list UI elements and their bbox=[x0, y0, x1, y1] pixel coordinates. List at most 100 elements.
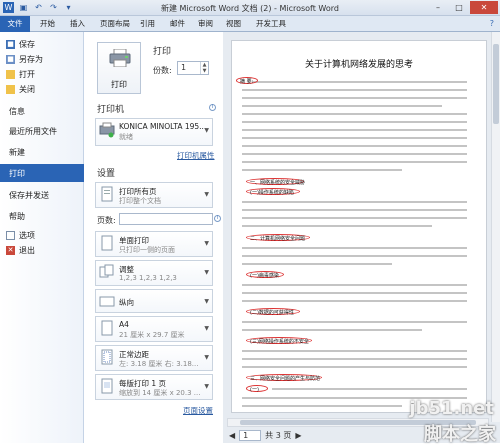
text-line bbox=[242, 153, 467, 155]
text-line bbox=[242, 113, 467, 115]
nav-save-as[interactable]: ■ 另存为 bbox=[0, 52, 84, 66]
printer-heading: 打印机 bbox=[97, 105, 125, 115]
current-page-input[interactable]: 1 bbox=[239, 429, 262, 441]
annotation-text: 三、网络安全问题的产生与防范 bbox=[250, 376, 321, 382]
chevron-down-icon: ▼ bbox=[204, 325, 209, 332]
annotation-text: (三)网络操作系统的不安全 bbox=[250, 339, 309, 345]
orientation-label: 纵向 bbox=[119, 298, 134, 307]
pages-info-icon[interactable]: i bbox=[214, 215, 221, 222]
chevron-down-icon: ▼ bbox=[204, 354, 209, 361]
nav-info[interactable]: 信息 bbox=[0, 102, 84, 120]
text-line bbox=[242, 405, 402, 407]
tab-mailings[interactable]: 邮件 bbox=[170, 18, 185, 29]
printer-select[interactable]: KONICA MINOLTA 195... 就绪 ▼ bbox=[95, 118, 213, 146]
nav-print[interactable]: 打印 bbox=[0, 164, 84, 182]
nav-options[interactable]: 选项 bbox=[0, 228, 84, 242]
paper-size-desc: 21 厘米 x 29.7 厘米 bbox=[119, 331, 185, 339]
nav-new[interactable]: 新建 bbox=[0, 143, 84, 161]
nav-label: 关闭 bbox=[19, 84, 35, 94]
text-line bbox=[242, 129, 467, 131]
text-line bbox=[242, 255, 467, 257]
paper-size-label: A4 bbox=[119, 320, 129, 329]
text-line bbox=[242, 217, 467, 219]
next-page-icon[interactable]: ▶ bbox=[295, 431, 301, 440]
text-line bbox=[242, 329, 422, 331]
margins-select[interactable]: 正常边距 左: 3.18 厘米 右: 3.18... ▼ bbox=[95, 345, 213, 371]
backstage-nav: ■ 保存 ■ 另存为 打开 关闭 信息 最近所用文件 新建 打印 保存并发送 帮… bbox=[0, 32, 84, 443]
pages-label: 页数: bbox=[97, 216, 116, 225]
save-as-icon: ■ bbox=[6, 54, 15, 64]
text-line bbox=[242, 263, 392, 265]
printer-info-icon[interactable]: i bbox=[209, 104, 216, 111]
nav-label: 打开 bbox=[19, 69, 35, 79]
collate-select[interactable]: 调整 1,2,3 1,2,3 1,2,3 ▼ bbox=[95, 260, 213, 286]
settings-heading: 设置 bbox=[97, 169, 116, 179]
text-line bbox=[242, 225, 432, 227]
orientation-select[interactable]: 纵向 ▼ bbox=[95, 289, 213, 313]
pages-per-sheet-desc: 缩放到 14 厘米 x 20.3 ... bbox=[119, 389, 201, 397]
nav-save-send[interactable]: 保存并发送 bbox=[0, 186, 84, 204]
page-navigator: ◀ 1 共 3 页 ▶ bbox=[229, 429, 302, 441]
printer-properties-link[interactable]: 打印机属性 bbox=[177, 150, 215, 161]
vertical-scrollbar[interactable] bbox=[491, 32, 500, 422]
copies-input[interactable]: 1 ▲ ▼ bbox=[177, 61, 209, 75]
pages-per-sheet-select[interactable]: 每版打印 1 页 缩放到 14 厘米 x 20.3 ... ▼ bbox=[95, 374, 213, 400]
text-line bbox=[242, 284, 467, 286]
text-line bbox=[242, 89, 467, 91]
pages-icon bbox=[101, 186, 113, 202]
print-button[interactable]: 打印 bbox=[97, 42, 141, 94]
tab-view[interactable]: 视图 bbox=[226, 18, 241, 29]
tab-file[interactable]: 文件 bbox=[0, 16, 30, 32]
margins-desc: 左: 3.18 厘米 右: 3.18... bbox=[119, 360, 199, 368]
annotation-text: (二)数据的可获得性 bbox=[250, 310, 294, 316]
nav-exit[interactable]: ✕ 退出 bbox=[0, 243, 84, 257]
close-button[interactable]: ✕ bbox=[470, 1, 498, 14]
annotation-text: 二、计算机网络安全问题 bbox=[250, 236, 306, 242]
chevron-down-icon: ▼ bbox=[204, 191, 209, 198]
nav-close[interactable]: 关闭 bbox=[0, 82, 84, 96]
text-line bbox=[272, 388, 467, 390]
nav-label: 保存 bbox=[19, 39, 35, 49]
ribbon-tabs: 文件 开始 插入 页面布局 引用 邮件 审阅 视图 开发工具 ? bbox=[0, 16, 500, 32]
nav-help[interactable]: 帮助 bbox=[0, 207, 84, 225]
nav-label: 另存为 bbox=[19, 54, 43, 64]
tab-developer[interactable]: 开发工具 bbox=[256, 18, 286, 29]
pages-per-sheet-icon bbox=[101, 378, 113, 394]
previous-page-icon[interactable]: ◀ bbox=[229, 431, 235, 440]
nav-recent[interactable]: 最近所用文件 bbox=[0, 122, 84, 140]
text-line bbox=[242, 97, 467, 99]
annotation-text: 摘 要: bbox=[240, 79, 254, 85]
copies-spinner[interactable]: ▲ ▼ bbox=[200, 62, 208, 74]
text-line bbox=[242, 292, 467, 294]
tab-insert[interactable]: 插入 bbox=[70, 18, 85, 29]
printer-device-icon bbox=[99, 122, 115, 138]
pages-input[interactable] bbox=[119, 213, 213, 225]
text-line bbox=[242, 121, 467, 123]
help-icon[interactable]: ? bbox=[490, 19, 494, 28]
text-line bbox=[242, 366, 467, 368]
paper-size-select[interactable]: A4 21 厘米 x 29.7 厘米 ▼ bbox=[95, 316, 213, 342]
maximize-button[interactable]: □ bbox=[449, 1, 469, 14]
text-line bbox=[242, 321, 467, 323]
tab-references[interactable]: 引用 bbox=[140, 18, 155, 29]
minimize-button[interactable]: – bbox=[428, 1, 448, 14]
title-bar: W ▣ ↶ ↷ ▾ 新建 Microsoft Word 文档 (2) - Mic… bbox=[0, 0, 500, 16]
tab-page-layout[interactable]: 页面布局 bbox=[100, 18, 130, 29]
vertical-scroll-thumb[interactable] bbox=[493, 44, 499, 124]
sides-select[interactable]: 单面打印 只打印一侧的页面 ▼ bbox=[95, 231, 213, 257]
text-line bbox=[242, 358, 467, 360]
preview-page: 关于计算机网络发展的思考 摘 要: 一、网络系统的安全威胁 (一)操作系统的缺陷… bbox=[231, 40, 487, 413]
annotation-text: 一、网络系统的安全威胁 bbox=[250, 180, 306, 186]
annotation-text: (一) bbox=[250, 387, 259, 393]
nav-open[interactable]: 打开 bbox=[0, 67, 84, 81]
annotation-text: (一)病毒感染 bbox=[250, 273, 279, 279]
folder-close-icon bbox=[6, 84, 15, 94]
print-range-select[interactable]: 打印所有页 打印整个文档 ▼ bbox=[95, 182, 213, 208]
nav-save[interactable]: ■ 保存 bbox=[0, 37, 84, 51]
page-setup-link[interactable]: 页面设置 bbox=[183, 405, 213, 416]
sides-desc: 只打印一侧的页面 bbox=[119, 246, 175, 254]
text-line bbox=[242, 201, 467, 203]
tab-review[interactable]: 审阅 bbox=[198, 18, 213, 29]
tab-home[interactable]: 开始 bbox=[40, 18, 55, 29]
text-line bbox=[242, 247, 467, 249]
